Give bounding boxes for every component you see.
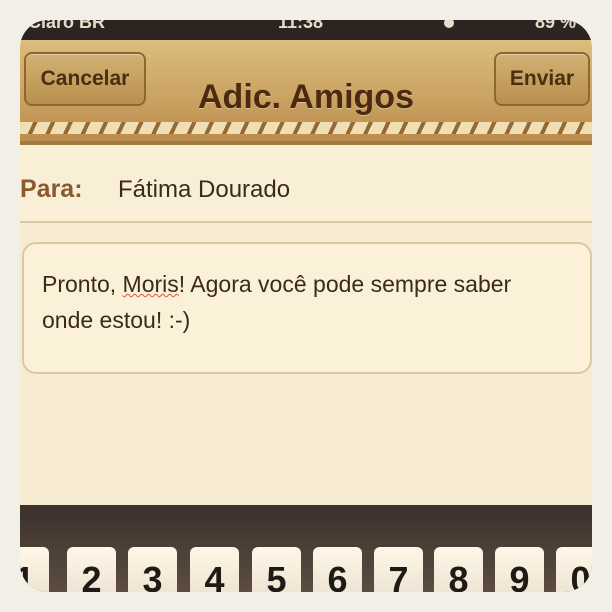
- key-0[interactable]: 0: [556, 547, 592, 592]
- numeric-keyboard: 1 2 3 4 5 6 7 8 9 0: [20, 505, 592, 592]
- clock: 11:38: [278, 20, 324, 32]
- to-label: Para:: [20, 175, 83, 203]
- page-title: Adic. Amigos: [198, 78, 414, 116]
- stitched-leather-divider: [20, 122, 592, 134]
- location-icon: [444, 20, 454, 28]
- recipient-row[interactable]: Para: Fátima Dourado: [20, 145, 592, 223]
- carrier-label: Claro BR: [28, 20, 106, 32]
- send-button[interactable]: Enviar: [494, 52, 590, 106]
- key-1[interactable]: 1: [20, 547, 49, 592]
- battery-percent: 89 %: [534, 20, 576, 32]
- key-6[interactable]: 6: [313, 547, 362, 592]
- key-9[interactable]: 9: [495, 547, 544, 592]
- misspelled-word[interactable]: Moris: [123, 271, 179, 297]
- key-7[interactable]: 7: [374, 547, 423, 592]
- key-3[interactable]: 3: [128, 547, 177, 592]
- key-4[interactable]: 4: [190, 547, 239, 592]
- message-input[interactable]: Pronto, Moris! Agora você pode sempre sa…: [22, 242, 592, 374]
- recipient-name: Fátima Dourado: [118, 176, 291, 203]
- key-8[interactable]: 8: [434, 547, 483, 592]
- message-prefix: Pronto,: [42, 271, 123, 297]
- app-screen: Claro BR 11:38 89 % Cancelar Adic. Amigo…: [20, 20, 592, 592]
- key-5[interactable]: 5: [252, 547, 301, 592]
- navigation-bar: Cancelar Adic. Amigos Enviar: [20, 40, 592, 145]
- cancel-button[interactable]: Cancelar: [24, 52, 146, 106]
- status-bar: Claro BR 11:38 89 %: [20, 20, 592, 40]
- message-text: Pronto, Moris! Agora você pode sempre sa…: [42, 266, 562, 338]
- key-2[interactable]: 2: [67, 547, 116, 592]
